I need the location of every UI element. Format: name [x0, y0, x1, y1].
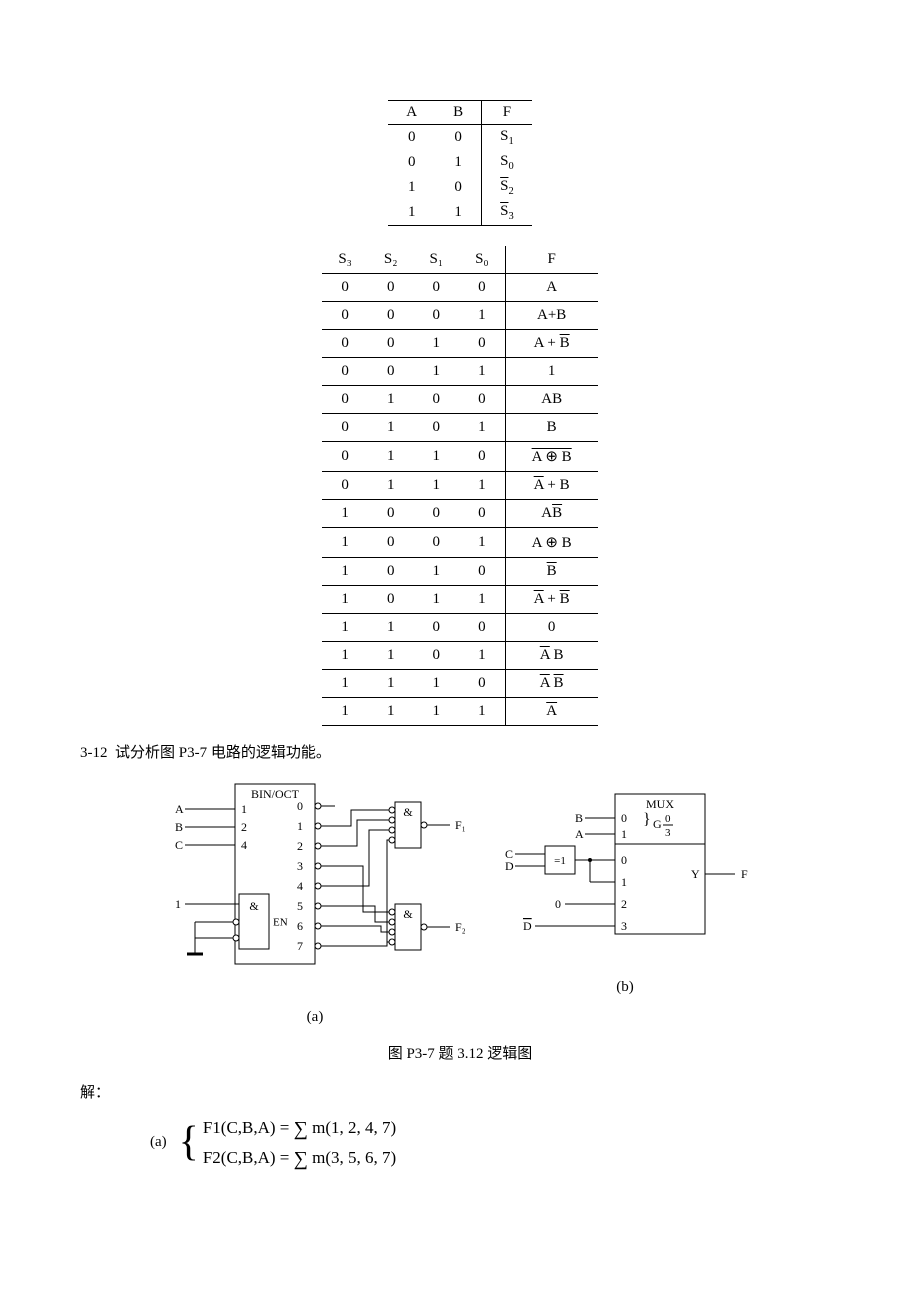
- truth-table-large: S₃S₂S₁S₀F 0000A0001A+B0010A + B001110100…: [322, 246, 597, 726]
- circuit-a: BIN/OCT A 1 B 2 C 4 & EN 1 0 1 2 3 4 5 6 7 & & F₁ F₂ (a): [165, 774, 465, 1026]
- svg-text:1: 1: [621, 827, 627, 841]
- svg-text:F₂: F₂: [455, 920, 465, 934]
- svg-text:Y: Y: [691, 867, 700, 881]
- svg-text:EN: EN: [273, 917, 288, 929]
- svg-text:0: 0: [297, 799, 303, 813]
- svg-text:3: 3: [621, 919, 627, 933]
- svg-text:1: 1: [241, 802, 247, 816]
- svg-text:=1: =1: [554, 855, 566, 867]
- circuit-b: MUXB0A1}G030123=1CD0DYF (b): [495, 774, 755, 1026]
- svg-text:1: 1: [175, 897, 181, 911]
- svg-text:B: B: [175, 820, 183, 834]
- svg-text:3: 3: [297, 859, 303, 873]
- svg-text:&: &: [249, 899, 259, 913]
- svg-text:1: 1: [621, 875, 627, 889]
- svg-text:2: 2: [297, 839, 303, 853]
- svg-text:&: &: [403, 805, 413, 819]
- svg-text:&: &: [403, 907, 413, 921]
- svg-text:0: 0: [555, 897, 561, 911]
- svg-text:D: D: [505, 859, 514, 873]
- svg-text:3: 3: [665, 827, 671, 839]
- solution-equations: (a) { F1(C,B,A) = ∑ m(1, 2, 4, 7)F2(C,B,…: [150, 1112, 840, 1172]
- svg-text:0: 0: [665, 813, 671, 825]
- svg-text:A: A: [175, 802, 184, 816]
- svg-text:1: 1: [297, 819, 303, 833]
- svg-text:D: D: [523, 919, 532, 933]
- svg-text:C: C: [175, 838, 183, 852]
- svg-text:F: F: [741, 867, 748, 881]
- svg-text:2: 2: [621, 897, 627, 911]
- svg-text:BIN/OCT: BIN/OCT: [251, 787, 300, 801]
- svg-text:2: 2: [241, 820, 247, 834]
- svg-text:0: 0: [621, 811, 627, 825]
- svg-text:7: 7: [297, 939, 303, 953]
- circuit-a-caption: (a): [165, 1009, 465, 1026]
- svg-text:MUX: MUX: [646, 797, 674, 811]
- svg-text:5: 5: [297, 899, 303, 913]
- truth-table-small: ABF 00S101S010S211S3: [388, 100, 531, 226]
- svg-text:B: B: [575, 811, 583, 825]
- svg-text:}: }: [643, 811, 651, 828]
- svg-text:G: G: [653, 817, 662, 831]
- svg-text:4: 4: [241, 838, 247, 852]
- circuit-b-caption: (b): [495, 979, 755, 996]
- figure-caption: 图 P3-7 题 3.12 逻辑图: [80, 1042, 840, 1063]
- svg-text:6: 6: [297, 919, 303, 933]
- svg-text:4: 4: [297, 879, 303, 893]
- svg-text:A: A: [575, 827, 584, 841]
- problem-statement: 3-12 试分析图 P3-7 电路的逻辑功能。: [80, 741, 840, 762]
- svg-text:0: 0: [621, 853, 627, 867]
- solution-label: 解：: [80, 1081, 840, 1102]
- svg-text:F₁: F₁: [455, 818, 465, 832]
